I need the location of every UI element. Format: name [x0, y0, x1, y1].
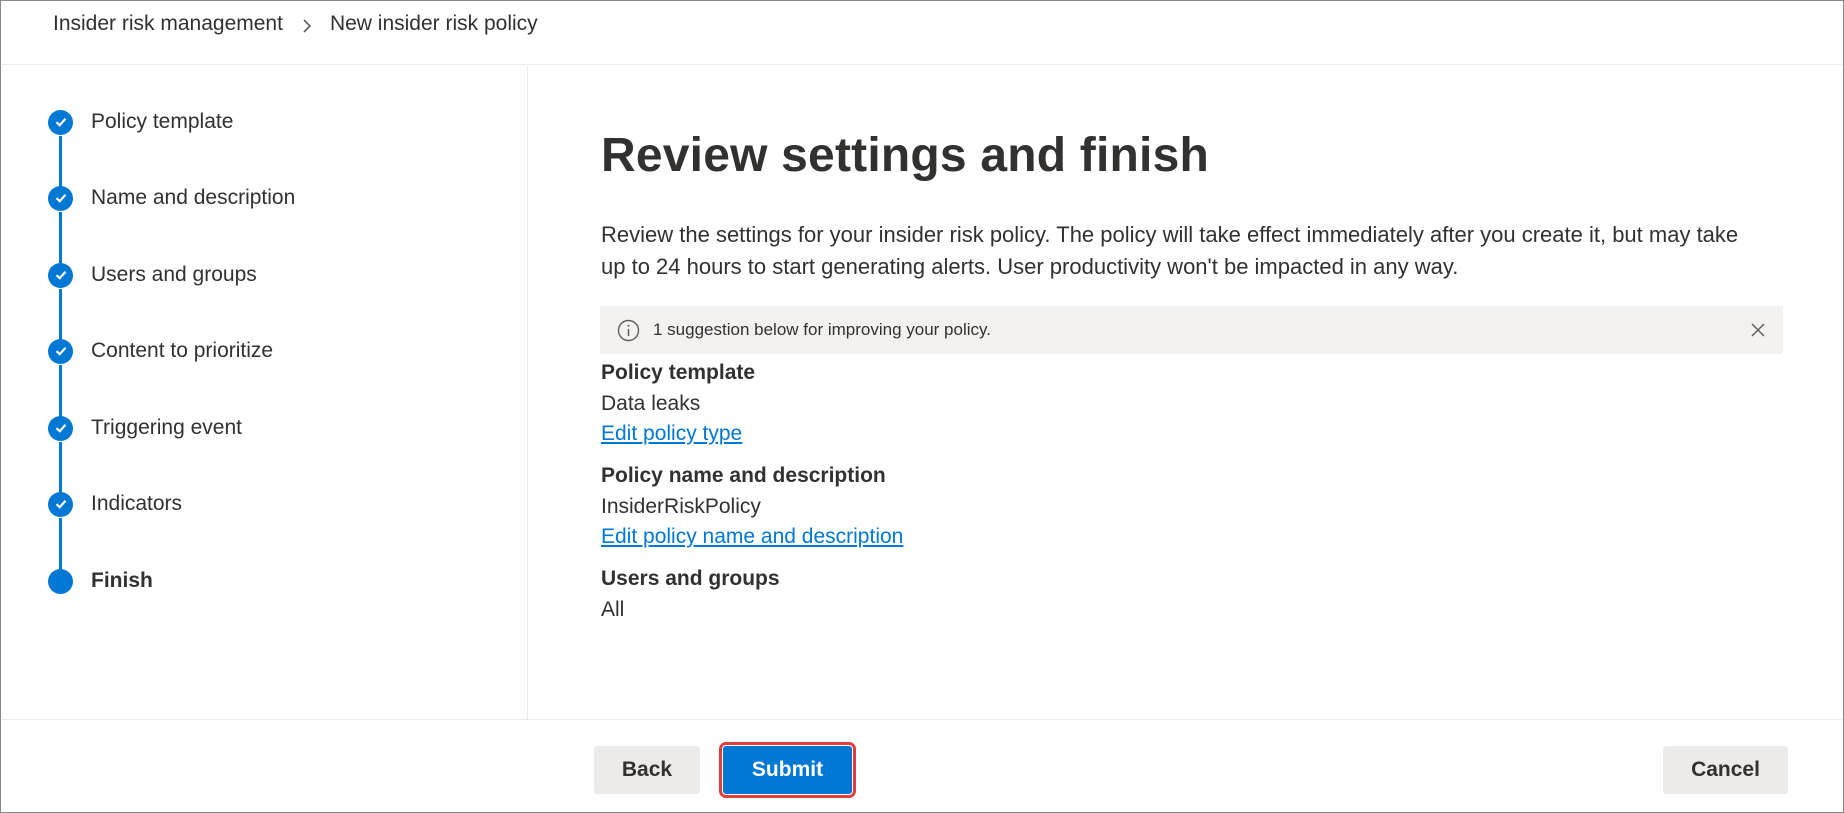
cancel-button[interactable]: Cancel — [1663, 746, 1788, 794]
checkmark-icon — [48, 415, 73, 441]
top-bar: Insider risk management New insider risk… — [2, 2, 1842, 65]
step-indicators[interactable]: Indicators — [48, 489, 182, 519]
step-policy-template[interactable]: Policy template — [48, 107, 233, 137]
intro-text: Review the settings for your insider ris… — [601, 222, 1739, 279]
submit-button[interactable]: Submit — [719, 742, 856, 798]
policy-template-label: Policy template — [601, 361, 756, 384]
step-label: Indicators — [91, 492, 183, 515]
step-connector — [59, 136, 62, 190]
breadcrumb-current: New insider risk policy — [329, 12, 538, 35]
users-and-groups-label: Users and groups — [601, 567, 780, 590]
step-connector — [59, 442, 62, 496]
checkmark-icon — [48, 338, 73, 364]
step-label: Name and description — [91, 186, 296, 209]
step-name-and-description[interactable]: Name and description — [48, 183, 295, 213]
policy-name-value: InsiderRiskPolicy — [601, 495, 761, 518]
suggestion-banner: 1 suggestion below for improving your po… — [600, 306, 1783, 354]
close-icon[interactable] — [1746, 318, 1770, 342]
step-label: Policy template — [91, 110, 234, 133]
users-and-groups-value: All — [601, 598, 625, 621]
step-connector — [59, 212, 62, 266]
checkmark-icon — [48, 491, 73, 517]
step-label: Finish — [91, 569, 153, 592]
current-step-dot-icon — [48, 568, 73, 594]
main-content: Review settings and finish Review the se… — [529, 66, 1842, 719]
breadcrumb: Insider risk management New insider risk… — [53, 12, 538, 36]
page-title: Review settings and finish — [601, 129, 1209, 182]
chevron-right-icon — [301, 16, 312, 33]
policy-name-label: Policy name and description — [601, 464, 886, 487]
edit-policy-name-link[interactable]: Edit policy name and description — [601, 525, 903, 549]
checkmark-icon — [48, 262, 73, 288]
policy-template-value: Data leaks — [601, 392, 701, 415]
step-connector — [59, 518, 62, 572]
info-icon — [617, 319, 640, 342]
wizard-window: Insider risk management New insider risk… — [0, 0, 1844, 813]
checkmark-icon — [48, 185, 73, 211]
wizard-footer: Back Submit Cancel — [2, 719, 1842, 811]
wizard-steps-panel: Policy template Name and description Use… — [2, 66, 528, 719]
step-content-to-prioritize[interactable]: Content to prioritize — [48, 336, 273, 366]
suggestion-text: 1 suggestion below for improving your po… — [653, 320, 991, 339]
step-triggering-event[interactable]: Triggering event — [48, 413, 242, 443]
checkmark-icon — [48, 109, 73, 135]
breadcrumb-root-link[interactable]: Insider risk management — [53, 12, 283, 36]
step-label: Users and groups — [91, 263, 257, 286]
edit-policy-type-link[interactable]: Edit policy type — [601, 422, 742, 446]
step-connector — [59, 365, 62, 419]
back-button[interactable]: Back — [594, 746, 700, 794]
step-users-and-groups[interactable]: Users and groups — [48, 260, 257, 290]
step-label: Content to prioritize — [91, 339, 274, 362]
step-finish[interactable]: Finish — [48, 566, 153, 596]
step-label: Triggering event — [91, 416, 242, 439]
step-connector — [59, 289, 62, 343]
